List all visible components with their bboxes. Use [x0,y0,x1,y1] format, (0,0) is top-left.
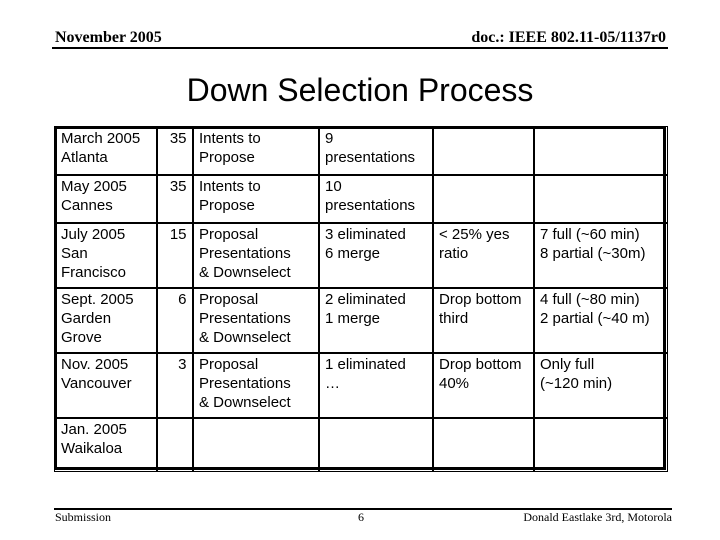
cell-outcome: 2 eliminated 1 merge [318,287,434,354]
cell-activity: Proposal Presentations & Downselect [192,352,320,419]
cell-outcome [318,417,434,472]
cell-activity: Intents to Propose [192,174,320,224]
cell-outcome: 1 eliminated … [318,352,434,419]
cell-meeting: July 2005 San Francisco [54,222,158,289]
cell-time: 4 full (~80 min) 2 partial (~40 m) [533,287,668,354]
cell-outcome: 3 eliminated 6 merge [318,222,434,289]
cell-activity: Proposal Presentations & Downselect [192,287,320,354]
slide-title: Down Selection Process [186,72,534,108]
cell-count: 3 [156,352,194,419]
cell-count [156,417,194,472]
cell-criteria: Drop bottom third [432,287,535,354]
cell-count: 35 [156,126,194,176]
cell-meeting: Nov. 2005 Vancouver [54,352,158,419]
cell-activity: Proposal Presentations & Downselect [192,222,320,289]
cell-outcome: 9 presentations [318,126,434,176]
cell-time [533,126,668,176]
cell-meeting: March 2005 Atlanta [54,126,158,176]
cell-count: 6 [156,287,194,354]
cell-activity [192,417,320,472]
footer-author: Donald Eastlake 3rd, Motorola [523,510,672,524]
cell-criteria [432,174,535,224]
cell-criteria: Drop bottom 40% [432,352,535,419]
cell-time [533,417,668,472]
cell-criteria [432,417,535,472]
footer-page-number: 6 [358,510,364,524]
cell-time: 7 full (~60 min) 8 partial (~30m) [533,222,668,289]
cell-criteria [432,126,535,176]
header-doc-id: doc.: IEEE 802.11-05/1137r0 [471,29,666,46]
cell-meeting: Jan. 2005 Waikaloa [54,417,158,472]
header-rule [52,47,668,49]
cell-criteria: < 25% yes ratio [432,222,535,289]
cell-activity: Intents to Propose [192,126,320,176]
cell-count: 35 [156,174,194,224]
cell-meeting: May 2005 Cannes [54,174,158,224]
cell-meeting: Sept. 2005 Garden Grove [54,287,158,354]
down-selection-table: March 2005 Atlanta 35 Intents to Propose 9 … [54,126,668,472]
cell-count: 15 [156,222,194,289]
header-date: November 2005 [55,29,162,46]
cell-time [533,174,668,224]
footer-submission: Submission [55,510,112,524]
cell-time: Only full (~120 min) [533,352,668,419]
cell-outcome: 10 presentations [318,174,434,224]
